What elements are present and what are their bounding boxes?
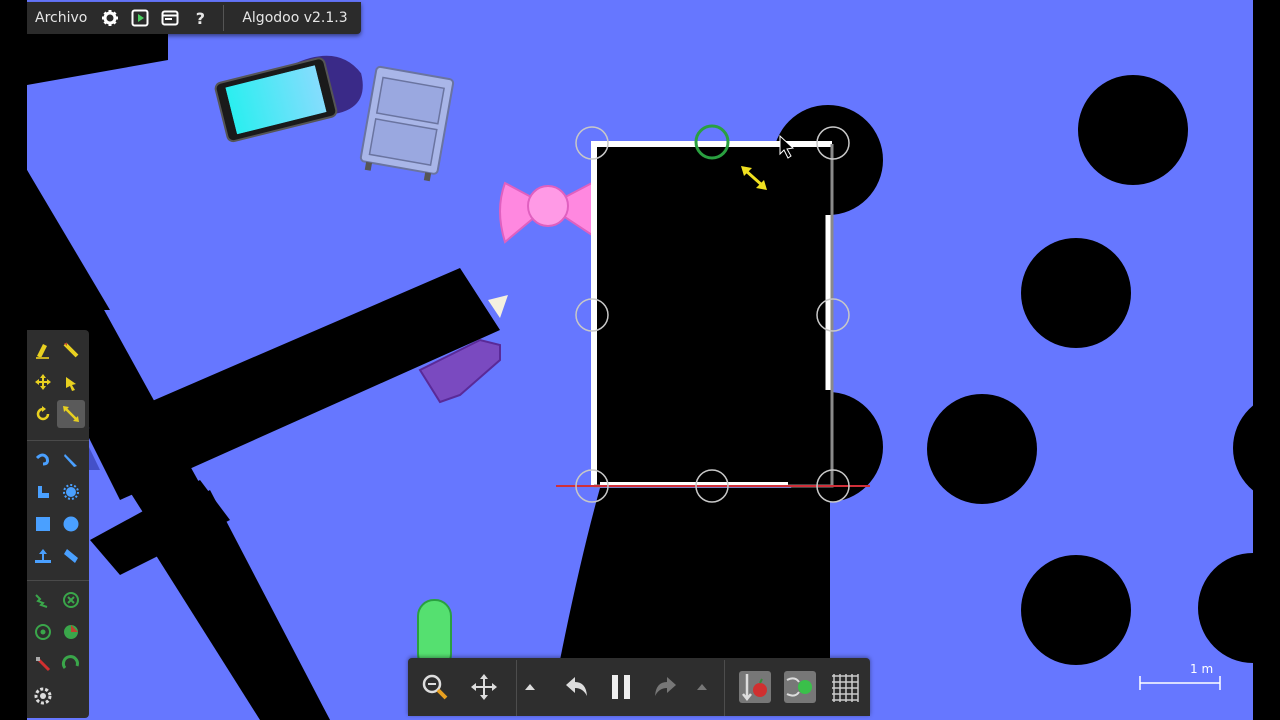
cut-tool-icon[interactable] bbox=[57, 336, 85, 364]
play-scene-icon[interactable] bbox=[125, 3, 155, 33]
spring-tool-icon[interactable] bbox=[29, 586, 57, 614]
speed-down-icon[interactable] bbox=[690, 666, 714, 708]
simulation-control-bar bbox=[408, 658, 870, 716]
pan-icon[interactable] bbox=[463, 666, 505, 708]
box-tool-icon[interactable] bbox=[29, 510, 57, 538]
polygon-tool-icon[interactable] bbox=[57, 542, 85, 570]
pause-icon[interactable] bbox=[600, 666, 642, 708]
knife-tool-icon[interactable] bbox=[57, 446, 85, 474]
plane-tool-icon[interactable] bbox=[29, 542, 57, 570]
scale-tool-icon[interactable] bbox=[57, 400, 85, 428]
tracer-tool-icon[interactable] bbox=[57, 650, 85, 678]
texture-tool-icon[interactable] bbox=[29, 682, 57, 710]
toolbar-divider bbox=[223, 5, 225, 31]
selected-box[interactable] bbox=[591, 141, 834, 488]
ground-pillar[interactable] bbox=[560, 488, 830, 660]
circle-obstacle[interactable] bbox=[1021, 238, 1131, 348]
circle-tool-icon[interactable] bbox=[57, 510, 85, 538]
scale-indicator: 1 m bbox=[1138, 660, 1224, 690]
fixate-tool-icon[interactable] bbox=[57, 586, 85, 614]
top-menu-bar: Archivo ? Algodoo v2.1.3 bbox=[27, 2, 361, 34]
speed-up-icon[interactable] bbox=[518, 666, 542, 708]
simulation-canvas[interactable] bbox=[0, 0, 1280, 720]
rotate-tool-icon[interactable] bbox=[29, 400, 57, 428]
undo-icon[interactable] bbox=[556, 666, 598, 708]
sketch-tool-icon[interactable] bbox=[29, 336, 57, 364]
zoom-icon[interactable] bbox=[414, 666, 456, 708]
air-friction-toggle-icon[interactable] bbox=[779, 666, 821, 708]
tool-palette bbox=[27, 330, 89, 718]
redo-icon[interactable] bbox=[644, 666, 686, 708]
drag-tool-icon[interactable] bbox=[57, 368, 85, 396]
gear-tool-icon[interactable] bbox=[57, 478, 85, 506]
gear-icon[interactable] bbox=[95, 3, 125, 33]
laser-tool-icon[interactable] bbox=[29, 650, 57, 678]
grid-toggle-icon[interactable] bbox=[824, 666, 866, 708]
circle-obstacle[interactable] bbox=[1078, 75, 1188, 185]
gravity-toggle-icon[interactable] bbox=[734, 666, 776, 708]
toolbar-divider bbox=[516, 660, 517, 716]
circle-obstacle[interactable] bbox=[927, 394, 1037, 504]
file-menu[interactable]: Archivo bbox=[27, 10, 95, 26]
help-icon[interactable]: ? bbox=[185, 3, 215, 33]
chain-tool-icon[interactable] bbox=[29, 478, 57, 506]
window-icon[interactable] bbox=[155, 3, 185, 33]
thruster-tool-icon[interactable] bbox=[57, 618, 85, 646]
brush-tool-icon[interactable] bbox=[29, 446, 57, 474]
app-version-title: Algodoo v2.1.3 bbox=[242, 10, 348, 26]
move-tool-icon[interactable] bbox=[29, 368, 57, 396]
toolbar-divider bbox=[724, 660, 725, 716]
axle-tool-icon[interactable] bbox=[29, 618, 57, 646]
circle-obstacle[interactable] bbox=[1021, 555, 1131, 665]
